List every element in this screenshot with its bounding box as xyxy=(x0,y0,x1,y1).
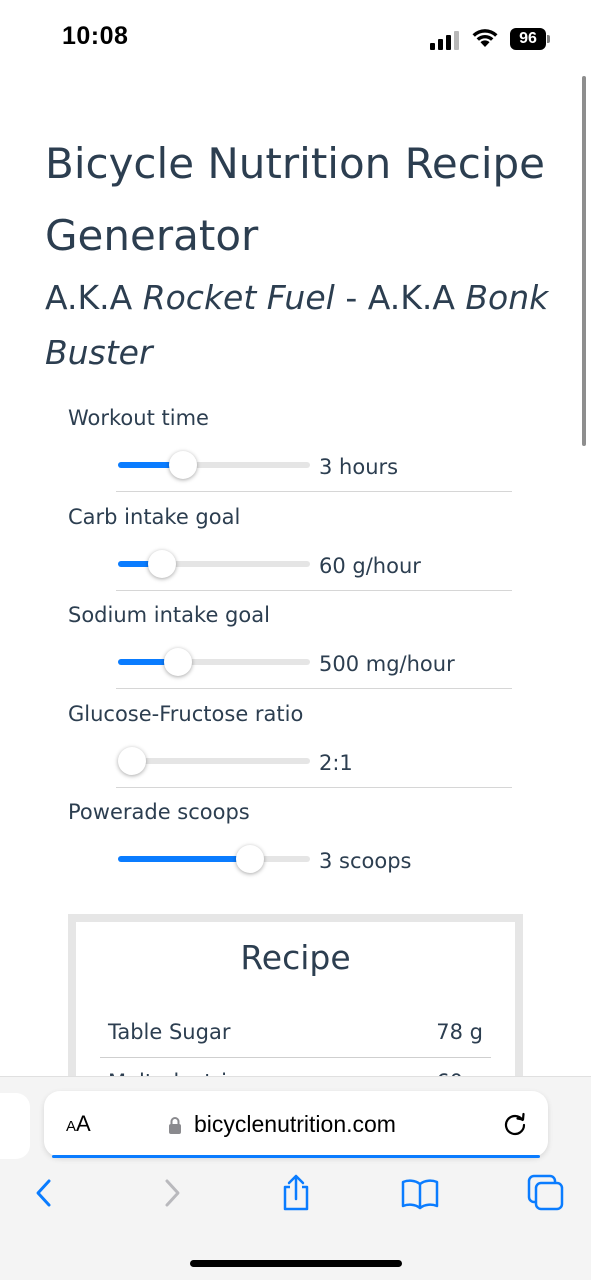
slider-thumb[interactable] xyxy=(168,451,197,479)
control-label: Carb intake goal xyxy=(68,505,241,529)
tabs-icon[interactable] xyxy=(526,1173,566,1213)
divider xyxy=(116,491,512,492)
recipe-row: Table Sugar 78 g xyxy=(100,1008,491,1058)
ingredient-name: Table Sugar xyxy=(108,1020,231,1044)
control-value: 500 mg/hour xyxy=(319,652,455,676)
control-value: 3 hours xyxy=(319,455,399,479)
slider-thumb[interactable] xyxy=(118,747,146,775)
recipe-title: Recipe xyxy=(240,938,351,977)
forward-icon[interactable] xyxy=(152,1173,192,1213)
control-label: Workout time xyxy=(68,406,209,430)
divider xyxy=(116,688,512,689)
workout-time-slider[interactable] xyxy=(118,451,310,479)
reload-icon[interactable] xyxy=(502,1111,528,1137)
address-bar[interactable]: AA bicyclenutrition.com xyxy=(44,1091,548,1158)
control-powerade-scoops: Powerade scoops 3 scoops xyxy=(68,800,512,890)
ingredient-qty: 78 g xyxy=(436,1020,483,1044)
control-value: 60 g/hour xyxy=(319,554,421,578)
control-value: 3 scoops xyxy=(319,849,412,873)
control-label: Sodium intake goal xyxy=(68,603,270,627)
wifi-icon xyxy=(472,29,498,47)
control-carb-intake: Carb intake goal 60 g/hour xyxy=(68,505,512,595)
divider xyxy=(116,787,512,788)
subtitle-prefix: A.K.A xyxy=(45,278,143,317)
bookmarks-icon[interactable] xyxy=(400,1173,440,1213)
browser-toolbar xyxy=(0,1173,591,1219)
page-load-progress xyxy=(52,1155,540,1158)
back-icon[interactable] xyxy=(24,1173,64,1213)
page-subtitle: A.K.A Rocket Fuel - A.K.A Bonk Buster xyxy=(45,270,565,380)
text-size-button[interactable]: AA xyxy=(66,1111,91,1137)
control-sodium-intake: Sodium intake goal 500 mg/hour xyxy=(68,603,512,693)
lock-icon xyxy=(169,1117,181,1134)
browser-bottom-bar: AA bicyclenutrition.com xyxy=(0,1076,591,1280)
battery-icon: 96 xyxy=(510,28,550,50)
powerade-scoops-slider[interactable] xyxy=(118,845,310,873)
previous-tab-preview[interactable] xyxy=(0,1093,30,1159)
slider-thumb[interactable] xyxy=(163,648,192,676)
status-bar: 10:08 96 xyxy=(0,0,591,80)
slider-thumb[interactable] xyxy=(236,845,265,873)
share-icon[interactable] xyxy=(276,1173,316,1213)
page-title: Bicycle Nutrition Recipe Generator xyxy=(45,139,546,260)
status-time: 10:08 xyxy=(62,22,129,50)
carb-intake-slider[interactable] xyxy=(118,550,310,578)
slider-thumb[interactable] xyxy=(147,550,176,578)
control-value: 2:1 xyxy=(319,751,353,775)
glucose-fructose-slider[interactable] xyxy=(118,747,310,775)
control-glucose-fructose: Glucose-Fructose ratio 2:1 xyxy=(68,702,512,792)
page-scrollbar[interactable] xyxy=(582,76,586,446)
home-indicator xyxy=(190,1260,402,1267)
subtitle-rocket-fuel: Rocket Fuel xyxy=(142,278,335,317)
control-label: Powerade scoops xyxy=(68,800,250,824)
url-text[interactable]: bicyclenutrition.com xyxy=(194,1111,396,1138)
divider xyxy=(116,590,512,591)
subtitle-mid: - A.K.A xyxy=(334,278,466,317)
control-workout-time: Workout time 3 hours xyxy=(68,406,512,496)
battery-level: 96 xyxy=(510,28,546,50)
sodium-intake-slider[interactable] xyxy=(118,648,310,676)
control-label: Glucose-Fructose ratio xyxy=(68,702,304,726)
signal-icon xyxy=(430,30,462,50)
